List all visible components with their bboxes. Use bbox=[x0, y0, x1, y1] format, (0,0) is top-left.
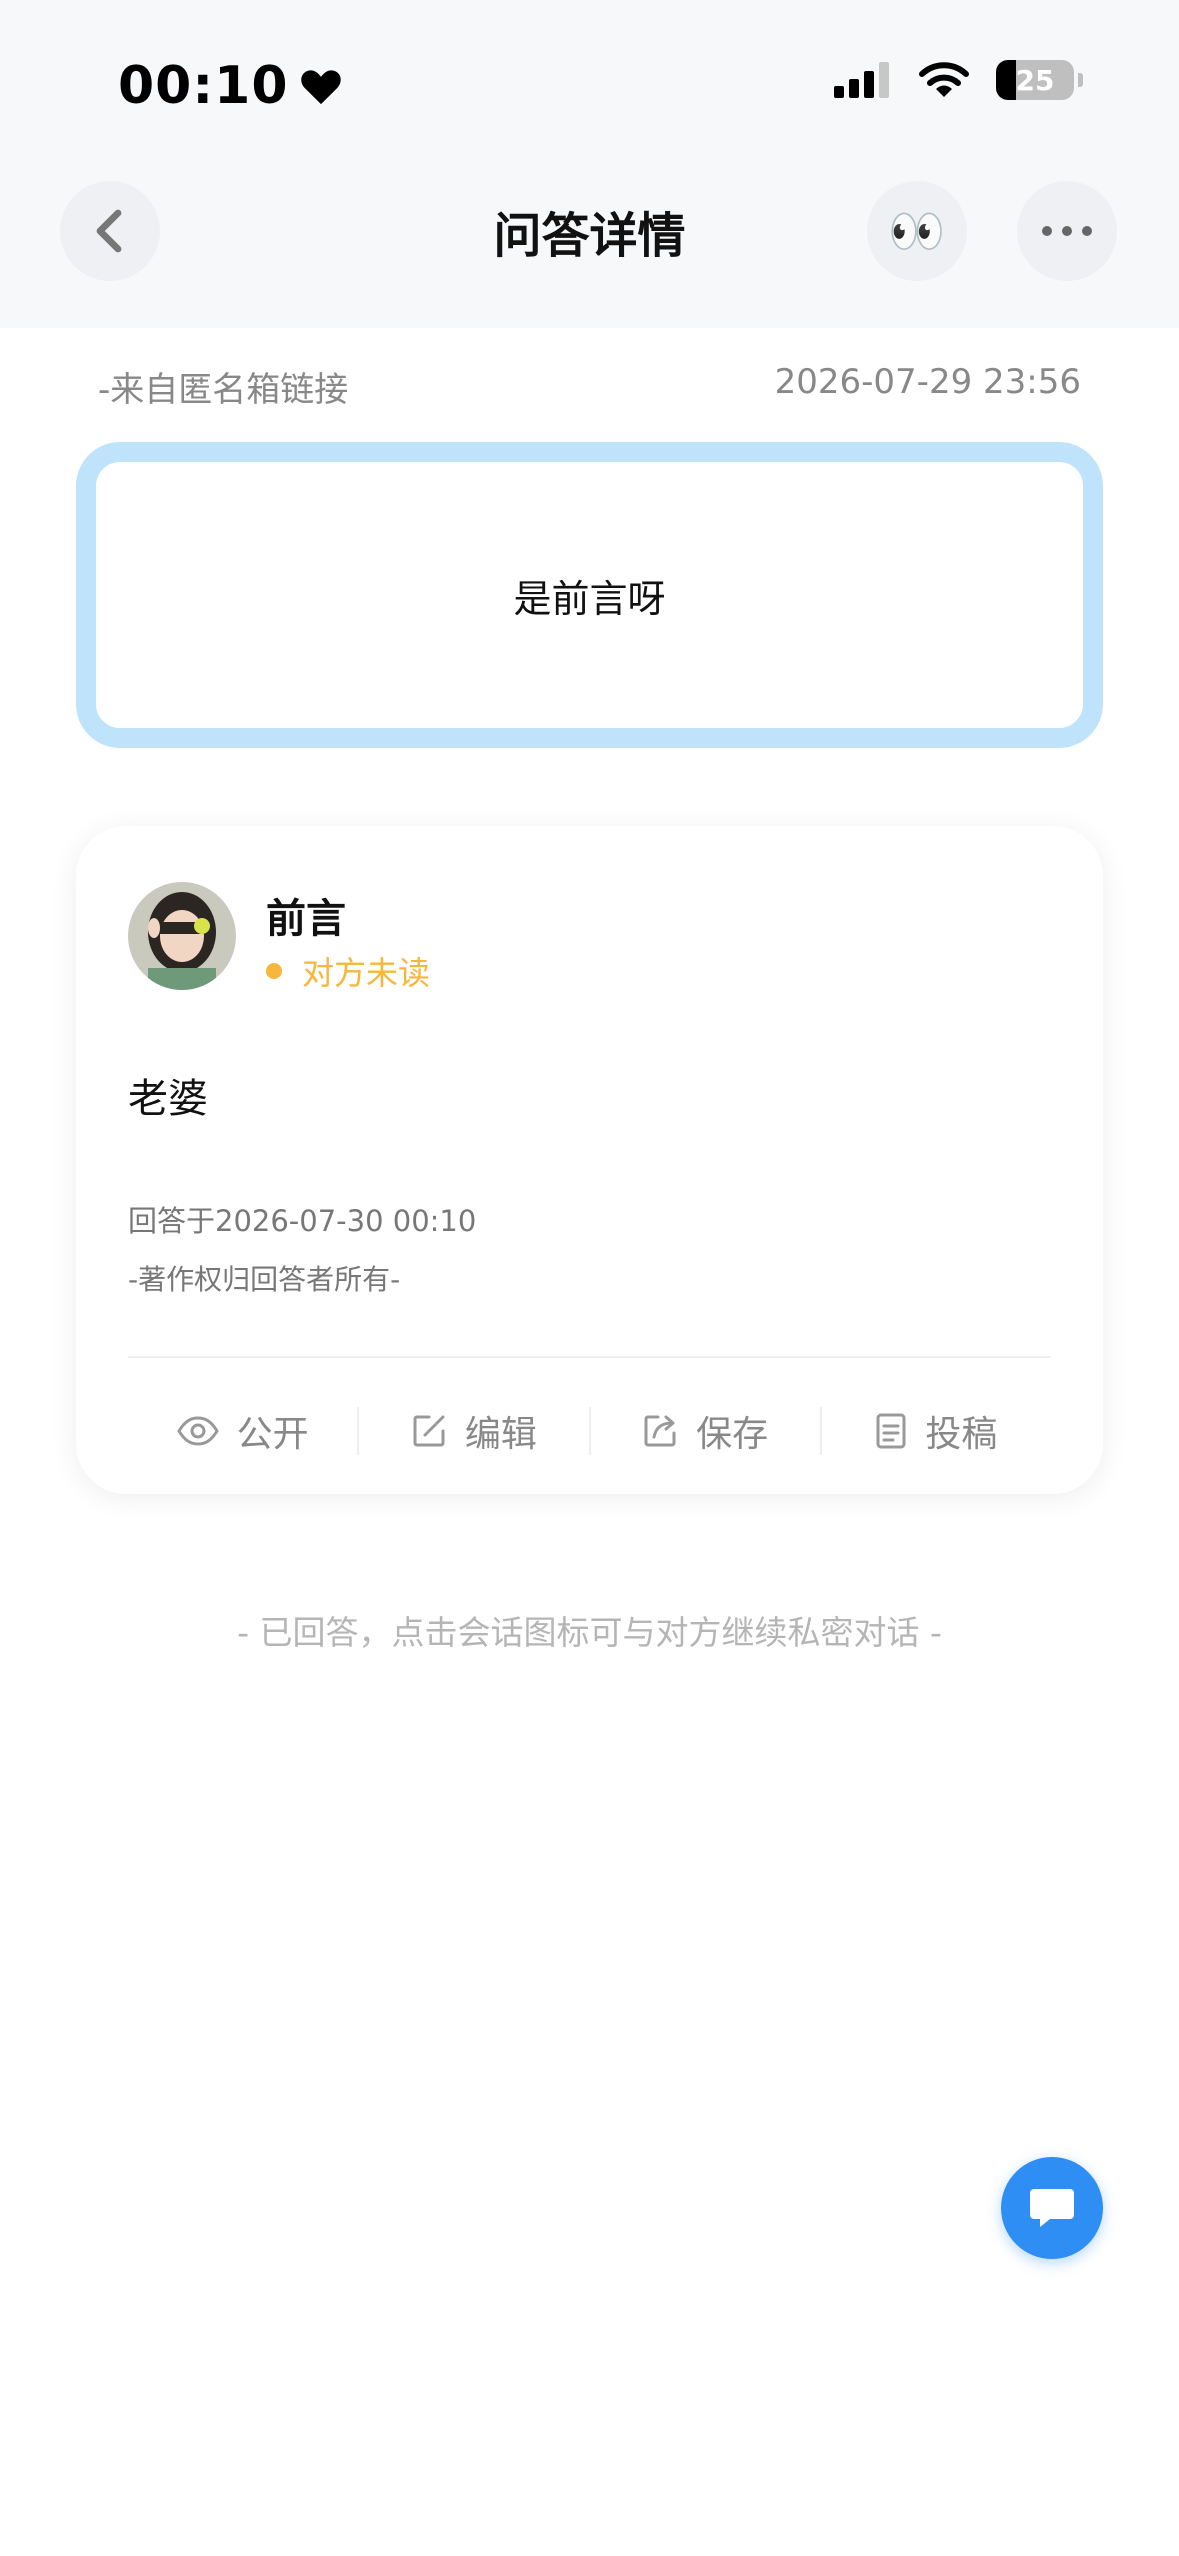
submit-label: 投稿 bbox=[925, 1414, 998, 1455]
wifi-icon bbox=[919, 62, 969, 97]
save-button[interactable]: 保存 bbox=[591, 1376, 820, 1486]
answered-at: 回答于2026-07-30 00:10 bbox=[128, 1204, 477, 1238]
more-dots-icon bbox=[1042, 226, 1092, 236]
eyes-button[interactable]: 👀 bbox=[867, 181, 967, 281]
public-button[interactable]: 公开 bbox=[128, 1376, 357, 1486]
heart-icon bbox=[300, 70, 341, 105]
battery-level-text: 25 bbox=[1015, 63, 1055, 97]
status-indicators: 25 bbox=[834, 60, 1083, 100]
more-button[interactable] bbox=[1017, 181, 1117, 281]
document-icon bbox=[876, 1413, 906, 1449]
divider bbox=[128, 1356, 1051, 1358]
question-box: 是前言呀 bbox=[76, 442, 1103, 748]
eye-icon bbox=[176, 1416, 219, 1446]
read-status-text: 对方未读 bbox=[302, 954, 431, 992]
answer-actions: 公开 编辑 保存 投稿 bbox=[128, 1376, 1051, 1486]
answer-text: 老婆 bbox=[128, 1076, 208, 1122]
chat-bubble-icon bbox=[1030, 2189, 1074, 2227]
page-title: 问答详情 bbox=[493, 208, 686, 264]
save-label: 保存 bbox=[696, 1414, 769, 1455]
battery-tip bbox=[1078, 73, 1083, 87]
chat-button[interactable] bbox=[1001, 2157, 1103, 2259]
battery-indicator: 25 bbox=[996, 60, 1074, 100]
edit-icon bbox=[413, 1415, 445, 1447]
avatar[interactable] bbox=[128, 882, 236, 990]
status-time: 00:10 bbox=[118, 56, 343, 116]
copyright-note: -著作权归回答者所有- bbox=[128, 1263, 401, 1296]
cellular-signal-icon bbox=[834, 62, 889, 98]
question-source: -来自匿名箱链接 bbox=[98, 370, 349, 410]
question-timestamp: 2026-07-29 23:56 bbox=[774, 362, 1081, 402]
top-bar bbox=[0, 0, 1179, 328]
question-meta: -来自匿名箱链接 2026-07-29 23:56 bbox=[98, 362, 1081, 411]
eyes-icon: 👀 bbox=[888, 203, 946, 258]
answer-card: 前言 对方未读 老婆 回答于2026-07-30 00:10 -著作权归回答者所… bbox=[76, 826, 1103, 1494]
edit-label: 编辑 bbox=[464, 1414, 537, 1455]
footer-hint: - 已回答，点击会话图标可与对方继续私密对话 - bbox=[237, 1613, 942, 1652]
public-label: 公开 bbox=[236, 1414, 309, 1455]
question-text: 是前言呀 bbox=[513, 576, 666, 621]
status-time-text: 00:10 bbox=[118, 56, 289, 116]
edit-button[interactable]: 编辑 bbox=[359, 1376, 588, 1486]
read-status: 对方未读 bbox=[266, 948, 430, 994]
submit-button[interactable]: 投稿 bbox=[822, 1376, 1051, 1486]
share-icon bbox=[644, 1415, 676, 1447]
answer-author: 前言 bbox=[266, 896, 346, 942]
avatar-image bbox=[128, 882, 236, 990]
unread-dot-icon bbox=[266, 963, 282, 979]
